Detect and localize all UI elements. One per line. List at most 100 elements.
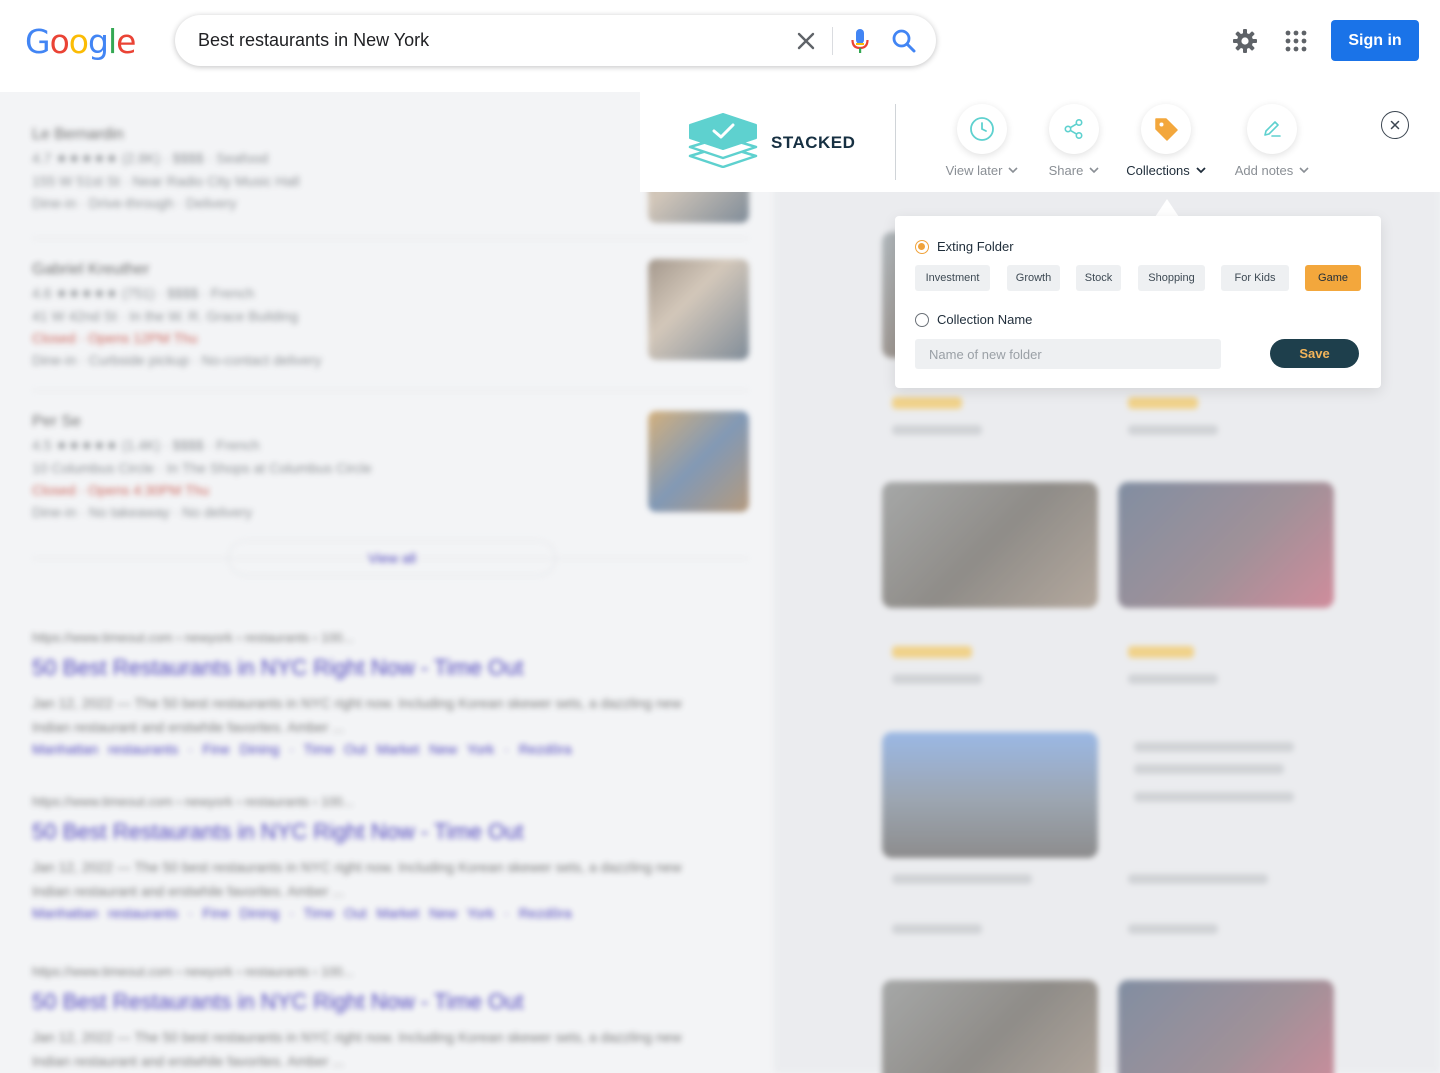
stacked-logo-icon <box>688 112 758 169</box>
place-result: Per Se 4.5 ★★★★★ (1.4K) · $$$$ · French … <box>32 413 752 520</box>
place-services: Dine-in · Curbside pickup · No-contact d… <box>32 352 322 368</box>
view-later-tool[interactable]: View later <box>944 104 1020 184</box>
close-icon <box>797 32 815 50</box>
new-collection-label: Collection Name <box>937 312 1033 327</box>
logo-letter: e <box>116 22 136 61</box>
sign-in-button[interactable]: Sign in <box>1331 20 1419 61</box>
popover-arrow <box>1155 199 1179 217</box>
chevron-down-icon <box>1008 167 1018 174</box>
clock-icon <box>970 117 994 141</box>
search-button[interactable] <box>890 27 918 55</box>
logo-letter: l <box>107 22 117 61</box>
chevron-down-icon <box>1196 167 1206 174</box>
result-sitelinks[interactable]: Manhattan restaurants · Fine Dining · Ti… <box>32 741 682 757</box>
place-address: 10 Columbus Circle · In The Shops at Col… <box>32 460 372 476</box>
voice-search-button[interactable] <box>847 26 873 56</box>
gear-icon <box>1233 29 1257 53</box>
image-result-caption <box>1128 874 1268 884</box>
image-result-caption <box>892 924 982 934</box>
apps-grid-icon <box>1285 30 1307 52</box>
view-later-label: View later <box>944 163 1020 178</box>
share-text: Share <box>1048 163 1084 178</box>
stacked-brand-name: STACKED <box>771 133 856 152</box>
result-sitelinks[interactable]: Manhattan restaurants · Fine Dining · Ti… <box>32 905 682 921</box>
result-divider <box>32 238 749 239</box>
image-result-caption <box>1128 924 1218 934</box>
result-snippet: Jan 12, 2022 — The 50 best restaurants i… <box>32 1029 682 1069</box>
folder-chip-list: Investment Growth Stock Shopping For Kid… <box>915 265 1361 291</box>
folder-chip-stock[interactable]: Stock <box>1076 265 1121 291</box>
search-box <box>175 15 936 66</box>
view-later-button[interactable] <box>957 104 1007 154</box>
existing-folder-radio[interactable] <box>915 239 929 254</box>
result-snippet: Jan 12, 2022 — The 50 best restaurants i… <box>32 695 682 735</box>
settings-button[interactable] <box>1231 27 1259 55</box>
clear-search-button[interactable] <box>793 28 819 54</box>
save-collection-button[interactable]: Save <box>1270 339 1359 368</box>
tag-icon <box>1155 118 1178 141</box>
place-services: Dine-in · Drive-through · Delivery <box>32 195 237 211</box>
result-title[interactable]: 50 Best Restaurants in NYC Right Now - T… <box>32 989 682 1015</box>
folder-chip-game[interactable]: Game <box>1305 265 1361 291</box>
share-button[interactable] <box>1049 104 1099 154</box>
logo-letter: o <box>68 22 89 61</box>
result-divider <box>32 390 749 391</box>
place-rating: 4.5 ★★★★★ (1.4K) · $$$$ · French <box>32 437 260 453</box>
image-result-caption <box>1134 792 1294 802</box>
add-notes-button[interactable] <box>1247 104 1297 154</box>
collections-button[interactable] <box>1141 104 1191 154</box>
image-result-rating <box>1128 646 1194 658</box>
view-all-button[interactable]: View all <box>228 540 556 576</box>
image-result <box>1118 980 1334 1073</box>
new-collection-option[interactable]: Collection Name <box>915 312 1032 327</box>
add-notes-label: Add notes <box>1232 163 1312 178</box>
result-title[interactable]: 50 Best Restaurants in NYC Right Now - T… <box>32 819 682 845</box>
search-divider <box>832 27 833 55</box>
share-tool[interactable]: Share <box>1043 104 1105 184</box>
add-notes-tool[interactable]: Add notes <box>1232 104 1312 184</box>
image-result-caption <box>892 425 982 435</box>
search-icon <box>892 29 916 53</box>
image-result <box>882 482 1098 608</box>
image-result <box>1118 482 1334 608</box>
folder-chip-investment[interactable]: Investment <box>915 265 990 291</box>
result-title[interactable]: 50 Best Restaurants in NYC Right Now - T… <box>32 655 682 681</box>
google-apps-button[interactable] <box>1284 29 1308 53</box>
share-icon <box>1064 118 1083 140</box>
collections-tool[interactable]: Collections <box>1122 104 1210 184</box>
existing-folder-label: Exting Folder <box>937 239 1014 254</box>
place-result: Gabriel Kreuther 4.6 ★★★★★ (751) · $$$$ … <box>32 261 752 368</box>
image-result <box>882 980 1098 1073</box>
collections-label: Collections <box>1122 163 1210 178</box>
folder-chip-for-kids[interactable]: For Kids <box>1221 265 1289 291</box>
place-thumbnail <box>648 259 749 360</box>
result-url: https://www.timeout.com › newyork › rest… <box>32 794 354 809</box>
share-label: Share <box>1043 163 1105 178</box>
chevron-down-icon <box>1089 167 1099 174</box>
place-thumbnail <box>648 411 749 512</box>
logo-letter: g <box>87 22 109 61</box>
google-logo[interactable]: Google <box>25 22 136 62</box>
place-status: Closed · Opens 12PM Thu <box>32 330 198 346</box>
web-result: https://www.timeout.com › newyork › rest… <box>32 794 682 921</box>
place-name: Gabriel Kreuther <box>32 261 150 278</box>
folder-chip-shopping[interactable]: Shopping <box>1138 265 1205 291</box>
new-collection-radio[interactable] <box>915 312 929 327</box>
folder-chip-growth[interactable]: Growth <box>1007 265 1060 291</box>
image-result-caption <box>1134 764 1284 774</box>
web-result: https://www.timeout.com › newyork › rest… <box>32 630 682 757</box>
pencil-icon <box>1264 121 1281 137</box>
place-rating: 4.6 ★★★★★ (751) · $$$$ · French <box>32 285 255 301</box>
google-header: Google Best restaurants in New York Sign… <box>0 0 1440 92</box>
image-result-caption <box>1128 674 1218 684</box>
image-result-caption <box>1134 742 1294 752</box>
image-result-caption <box>892 674 982 684</box>
logo-letter: G <box>25 22 51 61</box>
chevron-down-icon <box>1299 167 1309 174</box>
close-extension-button[interactable] <box>1381 111 1409 139</box>
existing-folder-option[interactable]: Exting Folder <box>915 239 1014 254</box>
new-folder-name-input[interactable] <box>915 339 1221 369</box>
search-input[interactable] <box>198 15 758 66</box>
place-services: Dine-in · No takeaway · No delivery <box>32 504 253 520</box>
toolbar-divider <box>895 104 896 180</box>
